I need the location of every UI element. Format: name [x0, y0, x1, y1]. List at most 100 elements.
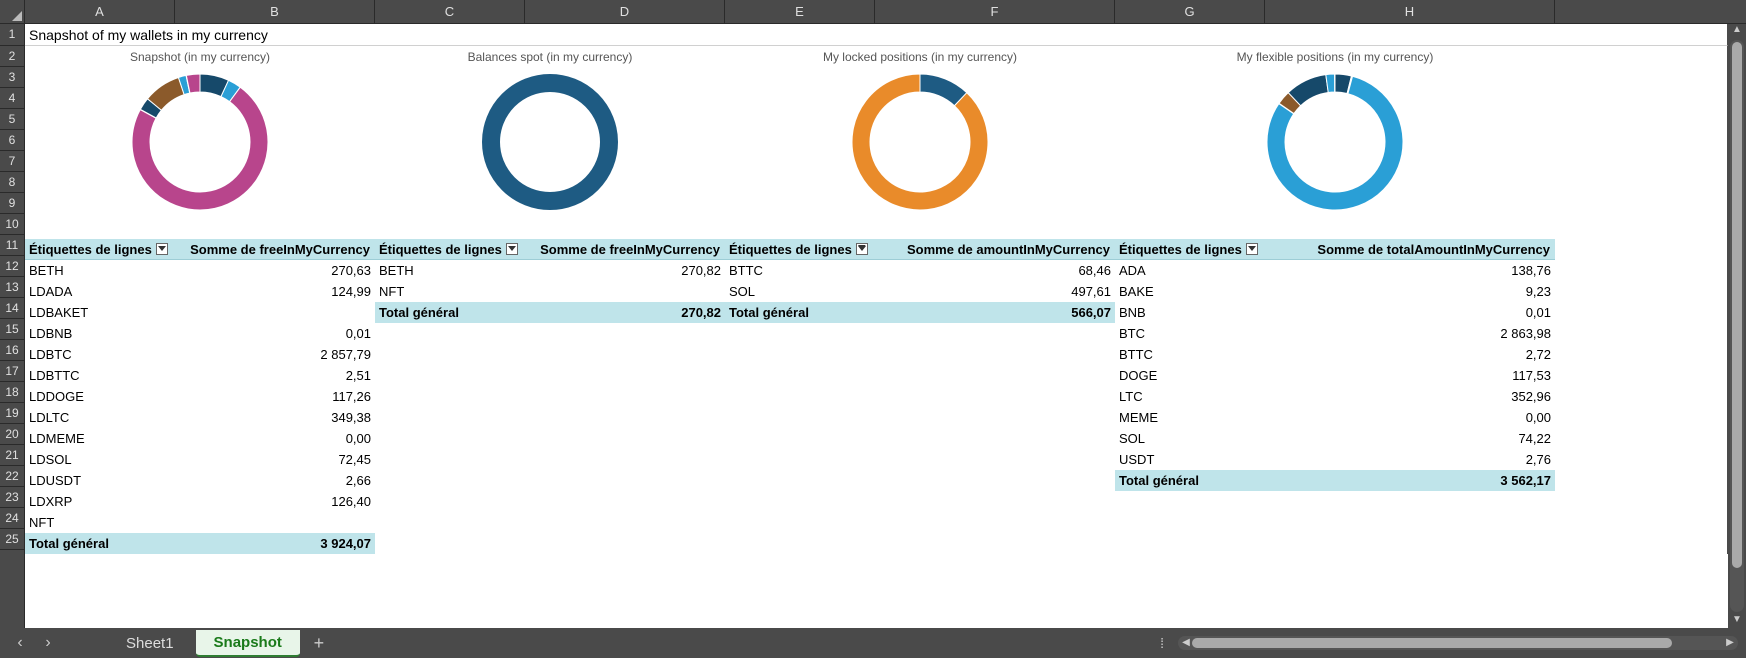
table-row[interactable]: BETH270,63: [25, 260, 375, 281]
column-header-H[interactable]: H: [1265, 0, 1555, 23]
table-row[interactable]: NFT: [375, 281, 725, 302]
pivot-values-header[interactable]: Somme de amountInMyCurrency: [875, 239, 1115, 259]
pivot-row-labels-header[interactable]: Étiquettes de lignes: [725, 239, 875, 259]
tab-nav-next-icon[interactable]: ›: [36, 631, 60, 655]
row-header-12[interactable]: 12: [0, 256, 24, 277]
cell-label[interactable]: USDT: [1115, 449, 1265, 470]
cell-value[interactable]: 0,00: [1265, 407, 1555, 428]
table-row[interactable]: BAKE9,23: [1115, 281, 1555, 302]
pivot-row-labels-header[interactable]: Étiquettes de lignes: [375, 239, 525, 259]
tab-snapshot[interactable]: Snapshot: [196, 630, 300, 657]
row-header-4[interactable]: 4: [0, 88, 24, 109]
cell-value[interactable]: 2,72: [1265, 344, 1555, 365]
column-header-B[interactable]: B: [175, 0, 375, 23]
cell-value[interactable]: 138,76: [1265, 260, 1555, 281]
table-row[interactable]: LDBTTC2,51: [25, 365, 375, 386]
table-row[interactable]: LDADA124,99: [25, 281, 375, 302]
hscroll-thumb[interactable]: [1192, 638, 1672, 648]
table-row[interactable]: NFT: [25, 512, 375, 533]
column-header-E[interactable]: E: [725, 0, 875, 23]
cell-label[interactable]: LDXRP: [25, 491, 175, 512]
cell-label[interactable]: LDBNB: [25, 323, 175, 344]
chart-panel-4[interactable]: My flexible positions (in my currency): [1115, 46, 1555, 239]
row-header-16[interactable]: 16: [0, 340, 24, 361]
cell-value[interactable]: 68,46: [875, 260, 1115, 281]
table-row[interactable]: BNB0,01: [1115, 302, 1555, 323]
cell-value[interactable]: 352,96: [1265, 386, 1555, 407]
pivot-total-row[interactable]: Total général3 562,17: [1115, 470, 1555, 491]
cell-label[interactable]: LDMEME: [25, 428, 175, 449]
row-header-6[interactable]: 6: [0, 130, 24, 151]
tab-sheet1[interactable]: Sheet1: [108, 631, 192, 656]
cell-label[interactable]: BTTC: [725, 260, 875, 281]
cell-label[interactable]: LDBTTC: [25, 365, 175, 386]
table-row[interactable]: ADA138,76: [1115, 260, 1555, 281]
column-header-D[interactable]: D: [525, 0, 725, 23]
pivot-total-row[interactable]: Total général566,07: [725, 302, 1115, 323]
tab-nav-prev-icon[interactable]: ‹: [8, 631, 32, 655]
row-header-20[interactable]: 20: [0, 424, 24, 445]
cell-value[interactable]: [525, 281, 725, 302]
scroll-down-icon[interactable]: ▼: [1732, 614, 1742, 628]
tab-bar-drag-handle[interactable]: ⁞: [1160, 635, 1174, 651]
cell-total-label[interactable]: Total général: [1115, 470, 1265, 491]
cell-label[interactable]: NFT: [375, 281, 525, 302]
dropdown-icon[interactable]: [156, 243, 168, 255]
column-header-F[interactable]: F: [875, 0, 1115, 23]
cell-value[interactable]: 497,61: [875, 281, 1115, 302]
cell-value[interactable]: 270,63: [175, 260, 375, 281]
table-row[interactable]: LDBTC2 857,79: [25, 344, 375, 365]
row-header-3[interactable]: 3: [0, 67, 24, 88]
cell-value[interactable]: 72,45: [175, 449, 375, 470]
cell-label[interactable]: BNB: [1115, 302, 1265, 323]
table-row[interactable]: BTTC2,72: [1115, 344, 1555, 365]
cell-label[interactable]: BTTC: [1115, 344, 1265, 365]
select-all-corner[interactable]: [0, 0, 25, 23]
cell-value[interactable]: 0,01: [175, 323, 375, 344]
filter-icon[interactable]: [856, 243, 868, 255]
cell-value[interactable]: 2 863,98: [1265, 323, 1555, 344]
table-row[interactable]: BTTC68,46: [725, 260, 1115, 281]
cell-label[interactable]: LDADA: [25, 281, 175, 302]
table-row[interactable]: USDT2,76: [1115, 449, 1555, 470]
chart-panel-3[interactable]: My locked positions (in my currency): [725, 46, 1115, 239]
table-row[interactable]: LDBNB0,01: [25, 323, 375, 344]
dropdown-icon[interactable]: [506, 243, 518, 255]
row-header-22[interactable]: 22: [0, 466, 24, 487]
cell-total-value[interactable]: 3 562,17: [1265, 470, 1555, 491]
column-header-C[interactable]: C: [375, 0, 525, 23]
row-header-25[interactable]: 25: [0, 529, 24, 550]
pivot-values-header[interactable]: Somme de totalAmountInMyCurrency: [1265, 239, 1555, 259]
scroll-track[interactable]: [1730, 40, 1744, 612]
worksheet-area[interactable]: Snapshot of my wallets in my currency Sn…: [25, 24, 1728, 628]
cell-label[interactable]: LDLTC: [25, 407, 175, 428]
cell-value[interactable]: 117,53: [1265, 365, 1555, 386]
cell-label[interactable]: LDDOGE: [25, 386, 175, 407]
row-header-10[interactable]: 10: [0, 214, 24, 235]
row-header-1[interactable]: 1: [0, 24, 24, 46]
cell-total-value[interactable]: 270,82: [525, 302, 725, 323]
row-header-11[interactable]: 11: [0, 235, 24, 256]
cell-total-label[interactable]: Total général: [375, 302, 525, 323]
cell-value[interactable]: 124,99: [175, 281, 375, 302]
row-header-8[interactable]: 8: [0, 172, 24, 193]
vertical-scrollbar[interactable]: ▲ ▼: [1728, 24, 1746, 628]
cell-a1-title[interactable]: Snapshot of my wallets in my currency: [25, 24, 1728, 46]
cell-value[interactable]: 0,00: [175, 428, 375, 449]
row-header-9[interactable]: 9: [0, 193, 24, 214]
table-row[interactable]: LDXRP126,40: [25, 491, 375, 512]
cell-value[interactable]: 2,76: [1265, 449, 1555, 470]
cell-value[interactable]: [175, 302, 375, 323]
cell-value[interactable]: 9,23: [1265, 281, 1555, 302]
table-row[interactable]: SOL497,61: [725, 281, 1115, 302]
table-row[interactable]: LTC352,96: [1115, 386, 1555, 407]
cell-label[interactable]: SOL: [725, 281, 875, 302]
column-header-A[interactable]: A: [25, 0, 175, 23]
row-header-21[interactable]: 21: [0, 445, 24, 466]
scroll-thumb[interactable]: [1732, 42, 1742, 568]
pivot-row-labels-header[interactable]: Étiquettes de lignes: [1115, 239, 1265, 259]
cell-value[interactable]: [175, 512, 375, 533]
cell-label[interactable]: DOGE: [1115, 365, 1265, 386]
column-header-G[interactable]: G: [1115, 0, 1265, 23]
row-header-17[interactable]: 17: [0, 361, 24, 382]
